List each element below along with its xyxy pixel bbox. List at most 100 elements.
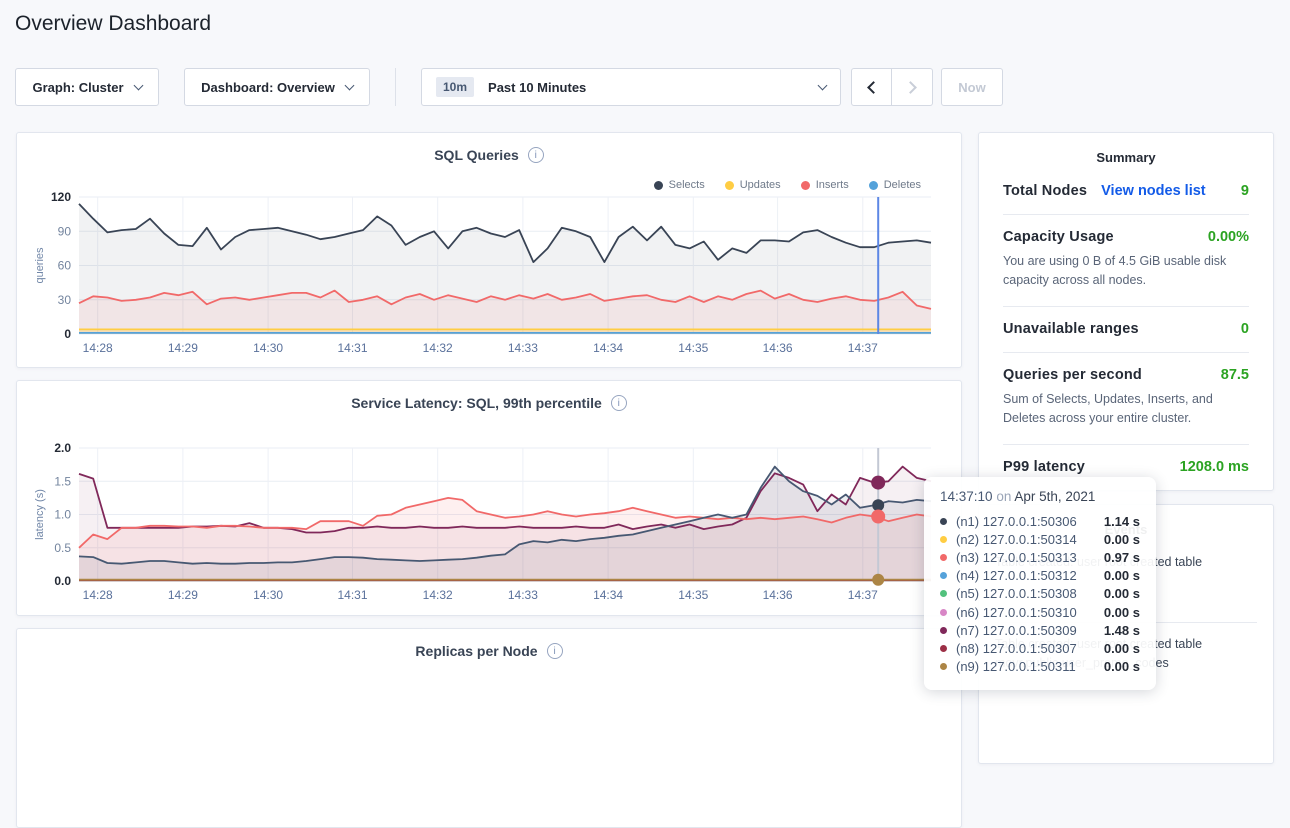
node-address: (n3) 127.0.0.1:50313: [956, 550, 1098, 565]
total-nodes-value: 9: [1241, 183, 1249, 199]
legend-label: Selects: [669, 179, 705, 191]
legend-item-deletes[interactable]: Deletes: [869, 179, 921, 191]
tooltip-timestamp: 14:37:10 on Apr 5th, 2021: [940, 489, 1140, 504]
svg-text:120: 120: [51, 191, 71, 204]
svg-text:30: 30: [58, 293, 72, 307]
legend-dot-icon: [725, 181, 734, 190]
node-address: (n1) 127.0.0.1:50306: [956, 514, 1098, 529]
legend-item-inserts[interactable]: Inserts: [801, 179, 849, 191]
svg-text:14:30: 14:30: [253, 341, 283, 355]
total-nodes-label: Total Nodes: [1003, 183, 1087, 199]
qps-subtitle: Sum of Selects, Updates, Inserts, and De…: [1003, 390, 1249, 429]
legend-label: Deletes: [884, 179, 921, 191]
node-color-dot-icon: [940, 572, 947, 579]
sql-queries-chart[interactable]: 030609012014:2814:2914:3014:3114:3214:33…: [17, 191, 963, 368]
replicas-per-node-title: Replicas per Node: [415, 643, 537, 659]
dashboard-dropdown[interactable]: Dashboard: Overview: [184, 68, 370, 106]
node-color-dot-icon: [940, 645, 947, 652]
tooltip-time: 14:37:10: [940, 489, 993, 504]
time-forward-button-disabled: [892, 68, 933, 106]
legend-dot-icon: [869, 181, 878, 190]
svg-text:14:36: 14:36: [763, 341, 793, 355]
svg-text:14:34: 14:34: [593, 341, 623, 355]
node-latency-value: 0.00 s: [1104, 586, 1140, 601]
node-latency-value: 0.00 s: [1104, 532, 1140, 547]
node-color-dot-icon: [940, 590, 947, 597]
tooltip-date: Apr 5th, 2021: [1014, 489, 1095, 504]
tooltip-node-row: (n1) 127.0.0.1:503061.14 s: [940, 512, 1140, 530]
info-icon[interactable]: i: [528, 147, 544, 163]
tooltip-node-row: (n5) 127.0.0.1:50308 0.00 s: [940, 585, 1140, 603]
node-address: (n8) 127.0.0.1:50307: [956, 641, 1098, 656]
tooltip-node-row: (n9) 127.0.0.1:50311 0.00 s: [940, 658, 1140, 676]
legend-label: Updates: [740, 179, 781, 191]
svg-text:14:31: 14:31: [337, 588, 367, 602]
legend-item-selects[interactable]: Selects: [654, 179, 705, 191]
chevron-down-icon: [818, 80, 828, 90]
chevron-down-icon: [344, 80, 354, 90]
time-step-buttons: [851, 68, 933, 106]
p99-latency-label: P99 latency: [1003, 459, 1085, 475]
chevron-left-icon: [867, 81, 880, 94]
tooltip-node-row: (n3) 127.0.0.1:50313 0.97 s: [940, 548, 1140, 566]
svg-text:0: 0: [64, 327, 71, 341]
service-latency-chart[interactable]: 0.00.51.01.52.014:2814:2914:3014:3114:32…: [17, 439, 963, 614]
svg-text:14:37: 14:37: [848, 341, 878, 355]
unavailable-ranges-label: Unavailable ranges: [1003, 321, 1139, 337]
svg-text:14:35: 14:35: [678, 588, 708, 602]
node-color-dot-icon: [940, 536, 947, 543]
p99-latency-value: 1208.0 ms: [1180, 459, 1249, 475]
graph-scope-dropdown[interactable]: Graph: Cluster: [15, 68, 159, 106]
tooltip-rows: (n1) 127.0.0.1:503061.14 s (n2) 127.0.0.1…: [940, 512, 1140, 676]
node-latency-value: 0.00 s: [1104, 659, 1140, 674]
capacity-usage-subtitle: You are using 0 B of 4.5 GiB usable disk…: [1003, 252, 1249, 291]
svg-text:latency (s): latency (s): [34, 489, 46, 540]
svg-text:14:30: 14:30: [253, 588, 283, 602]
sql-queries-legend: Selects Updates Inserts Deletes: [654, 179, 921, 191]
time-back-button[interactable]: [851, 68, 892, 106]
legend-item-updates[interactable]: Updates: [725, 179, 781, 191]
page-title: Overview Dashboard: [15, 12, 211, 36]
qps-label: Queries per second: [1003, 367, 1142, 383]
node-color-dot-icon: [940, 518, 947, 525]
time-range-label: Past 10 Minutes: [488, 80, 586, 95]
svg-text:14:36: 14:36: [763, 588, 793, 602]
summary-panel: Summary Total Nodes View nodes list 9 Ca…: [978, 132, 1274, 491]
node-latency-value: 0.00 s: [1104, 568, 1140, 583]
svg-text:14:29: 14:29: [168, 341, 198, 355]
svg-text:14:33: 14:33: [508, 341, 538, 355]
svg-text:2.0: 2.0: [54, 441, 71, 455]
capacity-usage-label: Capacity Usage: [1003, 229, 1114, 245]
svg-text:14:33: 14:33: [508, 588, 538, 602]
capacity-usage-value: 0.00%: [1208, 229, 1249, 245]
dashboard-label: Dashboard: Overview: [201, 80, 335, 95]
node-address: (n6) 127.0.0.1:50310: [956, 605, 1098, 620]
node-address: (n5) 127.0.0.1:50308: [956, 586, 1098, 601]
view-nodes-list-link[interactable]: View nodes list: [1101, 183, 1206, 199]
info-icon[interactable]: i: [611, 395, 627, 411]
graph-scope-label: Graph: Cluster: [32, 80, 123, 95]
tooltip-node-row: (n4) 127.0.0.1:50312 0.00 s: [940, 567, 1140, 585]
summary-row-total-nodes: Total Nodes View nodes list 9: [1003, 169, 1249, 215]
svg-text:14:28: 14:28: [83, 341, 113, 355]
dashboard-toolbar: Graph: Cluster Dashboard: Overview 10m P…: [15, 68, 1003, 106]
legend-dot-icon: [654, 181, 663, 190]
time-range-dropdown[interactable]: 10m Past 10 Minutes: [421, 68, 841, 106]
node-color-dot-icon: [940, 627, 947, 634]
tooltip-node-row: (n7) 127.0.0.1:50309 1.48 s: [940, 621, 1140, 639]
node-address: (n4) 127.0.0.1:50312: [956, 568, 1098, 583]
chart-hover-tooltip: 14:37:10 on Apr 5th, 2021 (n1) 127.0.0.1…: [924, 477, 1156, 690]
node-latency-value: 0.97 s: [1104, 550, 1140, 565]
node-address: (n7) 127.0.0.1:50309: [956, 623, 1098, 638]
node-latency-value: 0.00 s: [1104, 605, 1140, 620]
node-address: (n2) 127.0.0.1:50314: [956, 532, 1098, 547]
svg-text:60: 60: [58, 259, 72, 273]
node-latency-value: 1.48 s: [1104, 623, 1140, 638]
svg-text:14:37: 14:37: [848, 588, 878, 602]
summary-row-unavailable-ranges: Unavailable ranges 0: [1003, 307, 1249, 353]
service-latency-title: Service Latency: SQL, 99th percentile: [351, 395, 602, 411]
node-address: (n9) 127.0.0.1:50311: [956, 659, 1098, 674]
info-icon[interactable]: i: [547, 643, 563, 659]
tooltip-node-row: (n6) 127.0.0.1:50310 0.00 s: [940, 603, 1140, 621]
node-color-dot-icon: [940, 554, 947, 561]
